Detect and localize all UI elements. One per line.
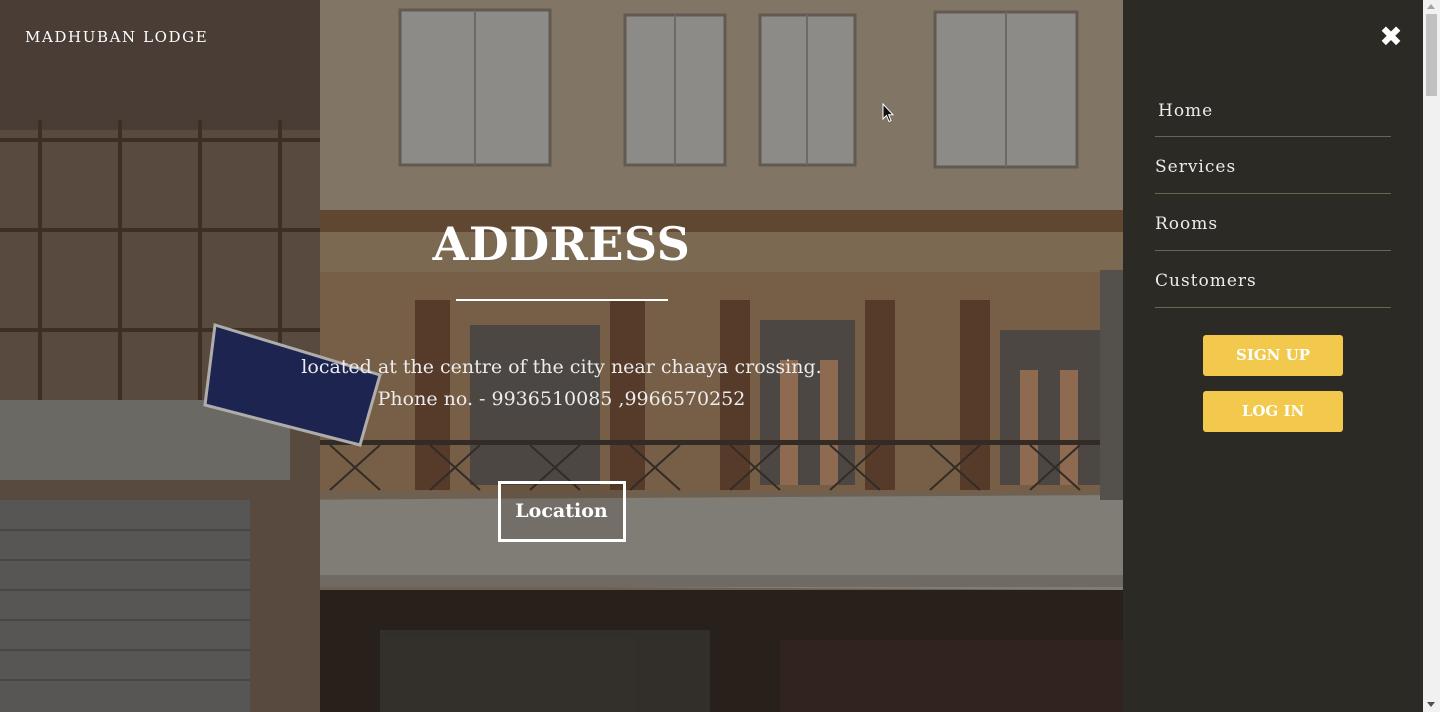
- login-button[interactable]: LOG IN: [1203, 391, 1343, 432]
- page-scrollbar[interactable]: [1423, 0, 1440, 712]
- address-text: located at the centre of the city near c…: [301, 356, 822, 378]
- menu-item-customers[interactable]: Customers: [1155, 251, 1391, 308]
- menu-list: Home Services Rooms Customers: [1155, 82, 1391, 308]
- mouse-pointer-icon: [882, 103, 894, 123]
- location-button[interactable]: Location: [497, 481, 626, 542]
- close-icon[interactable]: ✖: [1379, 23, 1403, 51]
- scroll-down-arrow-icon[interactable]: [1427, 702, 1435, 707]
- brand-logo[interactable]: MADHUBAN LODGE: [25, 28, 208, 46]
- hero-section: MADHUBAN LODGE ADDRESS located at the ce…: [0, 0, 1123, 712]
- menu-item-home[interactable]: Home: [1155, 82, 1391, 137]
- phone-text: Phone no. - 9936510085 ,9966570252: [377, 388, 746, 410]
- scroll-thumb[interactable]: [1426, 14, 1437, 96]
- signup-button[interactable]: SIGN UP: [1203, 335, 1343, 376]
- menu-item-services[interactable]: Services: [1155, 137, 1391, 194]
- side-menu: ✖ Home Services Rooms Customers SIGN UP …: [1123, 0, 1423, 712]
- hero-content: ADDRESS located at the centre of the cit…: [0, 215, 1123, 542]
- title-divider: [455, 299, 668, 301]
- scroll-up-arrow-icon[interactable]: [1427, 4, 1435, 9]
- menu-item-rooms[interactable]: Rooms: [1155, 194, 1391, 251]
- hero-title: ADDRESS: [432, 217, 691, 271]
